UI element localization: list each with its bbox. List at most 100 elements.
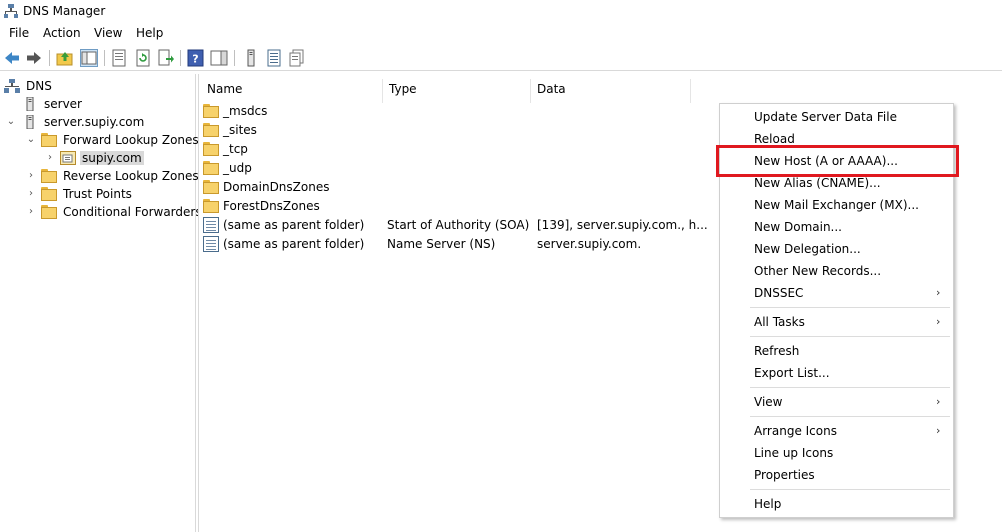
list-row[interactable]: _msdcs bbox=[203, 102, 723, 121]
menu-view[interactable]: View bbox=[94, 26, 122, 40]
window-title: DNS Manager bbox=[23, 4, 106, 18]
menu-item-help[interactable]: Help bbox=[754, 497, 781, 511]
tree-item-server[interactable]: server bbox=[4, 95, 194, 113]
tree-label: DNS bbox=[26, 79, 52, 93]
tree-item-supiy-com[interactable]: › supiy.com bbox=[4, 149, 194, 167]
toolbar-separator bbox=[104, 50, 105, 66]
expand-chevron-icon[interactable]: › bbox=[25, 205, 37, 219]
menu-item-update-server-data-file[interactable]: Update Server Data File bbox=[754, 110, 897, 124]
refresh-icon[interactable] bbox=[134, 49, 152, 67]
record-icon bbox=[203, 236, 219, 252]
tree-label: supiy.com bbox=[80, 151, 144, 165]
folder-icon bbox=[41, 169, 57, 183]
list-row[interactable]: _tcp bbox=[203, 140, 723, 159]
show-action-pane-icon[interactable] bbox=[210, 49, 228, 67]
menu-item-export-list[interactable]: Export List... bbox=[754, 366, 830, 380]
collapse-chevron-icon[interactable]: ⌄ bbox=[25, 133, 37, 147]
list-row[interactable]: DomainDnsZones bbox=[203, 178, 723, 197]
menu-item-new-mail-exchanger[interactable]: New Mail Exchanger (MX)... bbox=[754, 198, 919, 212]
row-name: (same as parent folder) bbox=[223, 218, 365, 232]
tree-label: Trust Points bbox=[63, 187, 132, 201]
tree-item-trust-points[interactable]: › Trust Points bbox=[4, 185, 194, 203]
expand-chevron-icon[interactable]: › bbox=[25, 187, 37, 201]
submenu-arrow-icon: › bbox=[936, 395, 941, 408]
menu-help[interactable]: Help bbox=[136, 26, 163, 40]
menu-item-properties[interactable]: Properties bbox=[754, 468, 815, 482]
record-icon bbox=[203, 217, 219, 233]
expand-chevron-icon[interactable]: › bbox=[25, 169, 37, 183]
menu-item-all-tasks[interactable]: All Tasks bbox=[754, 315, 805, 329]
list-row[interactable]: (same as parent folder) Name Server (NS)… bbox=[203, 235, 723, 254]
svg-text:?: ? bbox=[192, 53, 198, 66]
folder-icon bbox=[203, 161, 219, 175]
collapse-chevron-icon[interactable]: ⌄ bbox=[5, 115, 17, 129]
folder-icon bbox=[41, 205, 57, 219]
menu-item-dnssec[interactable]: DNSSEC bbox=[754, 286, 803, 300]
list-row[interactable]: ForestDnsZones bbox=[203, 197, 723, 216]
server-icon bbox=[26, 115, 34, 129]
dns-manager-icon bbox=[4, 4, 18, 18]
row-name: _sites bbox=[223, 123, 257, 137]
export-list-icon[interactable] bbox=[157, 49, 175, 67]
menu-item-new-domain[interactable]: New Domain... bbox=[754, 220, 842, 234]
row-name: _msdcs bbox=[223, 104, 268, 118]
expand-chevron-icon[interactable]: › bbox=[44, 151, 56, 165]
tree-item-reverse-lookup-zones[interactable]: › Reverse Lookup Zones bbox=[4, 167, 199, 185]
properties-sheet-icon[interactable] bbox=[110, 49, 128, 67]
menu-item-arrange-icons[interactable]: Arrange Icons bbox=[754, 424, 837, 438]
list-row[interactable]: (same as parent folder) Start of Authori… bbox=[203, 216, 723, 235]
column-header-type[interactable]: Type bbox=[381, 79, 531, 103]
folder-icon bbox=[203, 180, 219, 194]
help-icon[interactable]: ? bbox=[187, 49, 205, 67]
menu-item-refresh[interactable]: Refresh bbox=[754, 344, 799, 358]
title-bar: DNS Manager bbox=[0, 0, 1002, 24]
folder-icon bbox=[203, 199, 219, 213]
menu-item-view[interactable]: View bbox=[754, 395, 782, 409]
menu-action[interactable]: Action bbox=[43, 26, 81, 40]
column-header-data[interactable]: Data bbox=[529, 79, 691, 103]
tree-item-dns[interactable]: DNS bbox=[4, 77, 194, 95]
submenu-arrow-icon: › bbox=[936, 424, 941, 437]
row-name: _udp bbox=[223, 161, 252, 175]
column-header-name[interactable]: Name bbox=[199, 79, 383, 103]
row-name: ForestDnsZones bbox=[223, 199, 320, 213]
folder-icon bbox=[203, 123, 219, 137]
row-name: DomainDnsZones bbox=[223, 180, 330, 194]
menu-item-new-alias[interactable]: New Alias (CNAME)... bbox=[754, 176, 881, 190]
tree-label: Conditional Forwarders bbox=[63, 205, 202, 219]
menu-separator bbox=[750, 489, 950, 490]
dns-icon bbox=[4, 79, 20, 93]
highlight-box bbox=[716, 145, 959, 177]
row-data: server.supiy.com. bbox=[537, 237, 642, 251]
tree-label: Reverse Lookup Zones bbox=[63, 169, 199, 183]
row-name: (same as parent folder) bbox=[223, 237, 365, 251]
menu-item-reload[interactable]: Reload bbox=[754, 132, 795, 146]
server-icon bbox=[26, 97, 34, 111]
list-row[interactable]: _udp bbox=[203, 159, 723, 178]
row-type: Name Server (NS) bbox=[387, 237, 496, 251]
folder-icon bbox=[41, 133, 57, 147]
toolbar-separator bbox=[180, 50, 181, 66]
back-arrow-icon[interactable] bbox=[3, 49, 21, 67]
row-name: _tcp bbox=[223, 142, 248, 156]
up-folder-icon[interactable] bbox=[56, 49, 74, 67]
menu-separator bbox=[750, 307, 950, 308]
show-hide-console-tree-icon[interactable] bbox=[80, 49, 98, 67]
server-icon[interactable] bbox=[242, 49, 260, 67]
tree-item-server-supiy-com[interactable]: ⌄ server.supiy.com bbox=[4, 113, 194, 131]
menu-separator bbox=[750, 416, 950, 417]
menu-item-other-new-records[interactable]: Other New Records... bbox=[754, 264, 881, 278]
forward-arrow-icon[interactable] bbox=[25, 49, 43, 67]
menu-bar: File Action View Help bbox=[0, 24, 1002, 44]
list-row[interactable]: _sites bbox=[203, 121, 723, 140]
multiple-records-icon[interactable] bbox=[288, 49, 306, 67]
record-list-icon[interactable] bbox=[265, 49, 283, 67]
console-tree: DNS server ⌄ server.supiy.com ⌄ Forward … bbox=[0, 74, 202, 532]
tree-item-conditional-forwarders[interactable]: › Conditional Forwarders bbox=[4, 203, 202, 221]
toolbar: ? bbox=[0, 45, 1002, 71]
menu-item-new-delegation[interactable]: New Delegation... bbox=[754, 242, 861, 256]
menu-item-line-up-icons[interactable]: Line up Icons bbox=[754, 446, 833, 460]
folder-icon bbox=[41, 187, 57, 201]
tree-item-forward-lookup-zones[interactable]: ⌄ Forward Lookup Zones bbox=[4, 131, 199, 149]
menu-file[interactable]: File bbox=[9, 26, 29, 40]
